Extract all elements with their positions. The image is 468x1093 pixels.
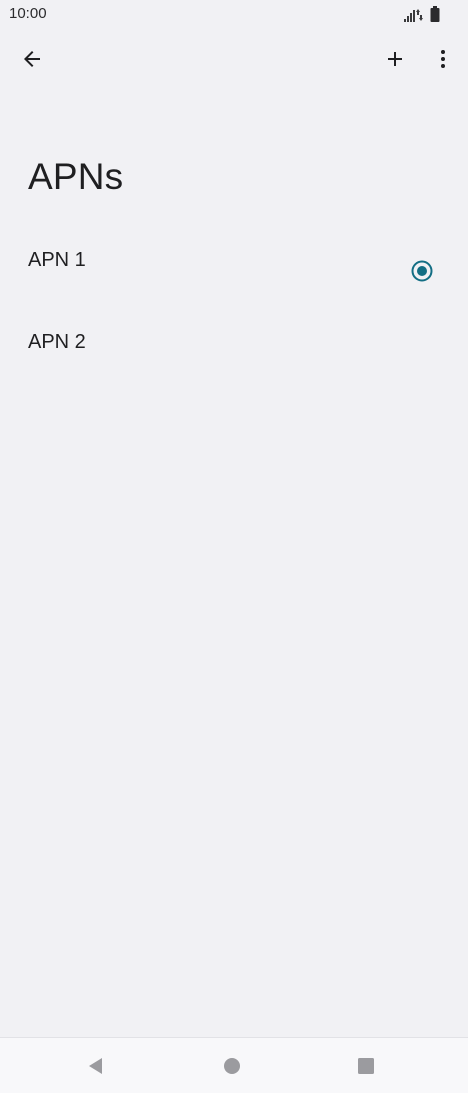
nav-home-icon [224, 1058, 240, 1074]
apn-list: APN 1 APN 2 [0, 218, 468, 382]
battery-icon [430, 6, 440, 27]
navigation-bar [0, 1037, 468, 1093]
back-button[interactable] [10, 37, 54, 81]
more-vert-icon [441, 50, 445, 68]
nav-home-button[interactable] [212, 1046, 252, 1086]
top-app-bar [0, 36, 468, 82]
more-options-button[interactable] [421, 37, 465, 81]
apn-item-2[interactable]: APN 2 [0, 300, 468, 382]
status-icons [404, 6, 440, 27]
apn-item-1[interactable]: APN 1 [0, 218, 468, 300]
apn-radio-selected[interactable] [411, 260, 433, 282]
status-bar: 10:00 [0, 0, 468, 30]
signal-icon [404, 8, 424, 27]
arrow-back-icon [24, 51, 40, 67]
nav-back-button[interactable] [76, 1046, 116, 1086]
radio-checked-icon [411, 260, 433, 282]
apn-label: APN 2 [28, 331, 86, 353]
add-apn-button[interactable] [373, 37, 417, 81]
page-title: APNs [28, 156, 124, 197]
plus-icon [388, 52, 402, 66]
nav-recents-icon [358, 1058, 374, 1074]
status-time: 10:00 [9, 5, 47, 22]
apn-label: APN 1 [28, 249, 86, 271]
nav-back-icon [89, 1058, 102, 1074]
nav-recents-button[interactable] [346, 1046, 386, 1086]
